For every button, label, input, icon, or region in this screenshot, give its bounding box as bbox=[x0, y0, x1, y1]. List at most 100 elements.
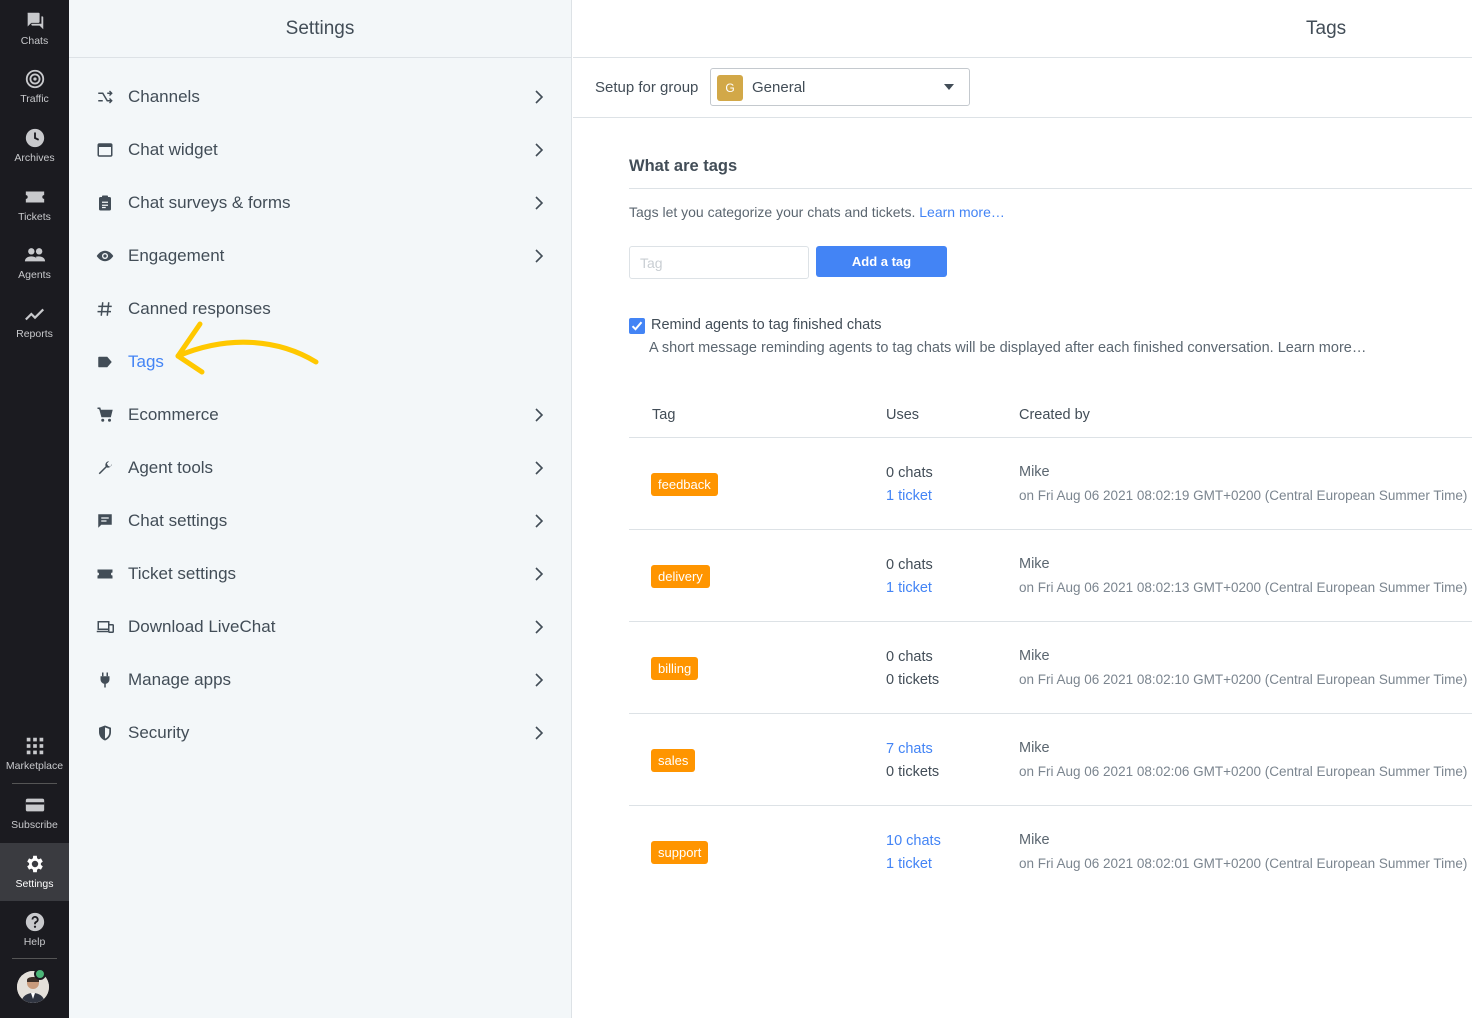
section-title: What are tags bbox=[629, 157, 738, 175]
table-row: billing 0 chats 0 tickets Mike on Fri Au… bbox=[629, 622, 1472, 714]
tag-badge[interactable]: feedback bbox=[651, 473, 718, 496]
tickets-link[interactable]: 1 ticket bbox=[886, 488, 932, 504]
rail-tickets[interactable]: Tickets bbox=[0, 176, 69, 234]
rail-label: Reports bbox=[16, 328, 53, 340]
table-row: feedback 0 chats 1 ticket Mike on Fri Au… bbox=[629, 438, 1472, 530]
tag-badge[interactable]: delivery bbox=[651, 565, 710, 588]
rail-subscribe[interactable]: Subscribe bbox=[0, 784, 69, 842]
tag-badge[interactable]: sales bbox=[651, 749, 696, 772]
channels-icon bbox=[95, 87, 115, 107]
learn-more-link[interactable]: Learn more… bbox=[919, 204, 1005, 220]
rail-agents[interactable]: Agents bbox=[0, 234, 69, 292]
settings-item-label: Chat surveys & forms bbox=[128, 192, 291, 212]
chats-link[interactable]: 10 chats bbox=[886, 833, 941, 849]
ticket-icon bbox=[95, 564, 115, 584]
settings-item-chat-surveys[interactable]: Chat surveys & forms bbox=[69, 176, 572, 229]
rail-label: Tickets bbox=[18, 211, 51, 223]
chevron-right-icon bbox=[535, 513, 544, 528]
tickets-count: 0 tickets bbox=[886, 764, 940, 780]
settings-item-download-livechat[interactable]: Download LiveChat bbox=[69, 600, 572, 653]
creator-name: Mike bbox=[1019, 556, 1050, 572]
group-select[interactable]: G General bbox=[710, 68, 970, 106]
rail-reports[interactable]: Reports bbox=[0, 293, 69, 351]
settings-item-canned-responses[interactable]: Canned responses bbox=[69, 282, 572, 335]
clock-icon bbox=[25, 128, 44, 148]
plug-icon bbox=[95, 670, 115, 690]
rail-label: Archives bbox=[14, 152, 55, 164]
rail-label: Marketplace bbox=[5, 760, 64, 772]
creator-name: Mike bbox=[1019, 648, 1050, 664]
settings-item-label: Ticket settings bbox=[128, 563, 237, 583]
tickets-link[interactable]: 1 ticket bbox=[886, 856, 932, 872]
settings-item-chat-widget[interactable]: Chat widget bbox=[69, 123, 572, 176]
settings-item-ecommerce[interactable]: Ecommerce bbox=[69, 388, 572, 441]
card-icon bbox=[25, 798, 44, 812]
tag-badge[interactable]: billing bbox=[651, 657, 699, 680]
settings-item-chat-settings[interactable]: Chat settings bbox=[69, 494, 572, 547]
chevron-right-icon bbox=[535, 672, 544, 687]
window-icon bbox=[95, 140, 115, 160]
chats-link[interactable]: 7 chats bbox=[886, 741, 933, 757]
settings-item-label: Canned responses bbox=[128, 298, 271, 318]
trend-icon bbox=[24, 308, 44, 321]
tickets-link[interactable]: 1 ticket bbox=[886, 580, 932, 596]
chevron-right-icon bbox=[535, 195, 544, 210]
settings-item-channels[interactable]: Channels bbox=[69, 70, 572, 123]
rail-label: Subscribe bbox=[11, 819, 58, 831]
settings-item-label: Engagement bbox=[128, 245, 225, 265]
rail-settings[interactable]: Settings bbox=[0, 843, 69, 901]
chevron-right-icon bbox=[535, 566, 544, 581]
page-title: Tags bbox=[1306, 18, 1347, 39]
rail-label: Settings bbox=[15, 878, 54, 890]
tags-page: Tags Setup for group G General What are … bbox=[573, 0, 1472, 1018]
group-value: General bbox=[752, 79, 806, 96]
group-badge: G bbox=[717, 75, 743, 101]
chevron-right-icon bbox=[535, 407, 544, 422]
settings-item-tags[interactable]: Tags bbox=[69, 335, 572, 388]
gear-icon bbox=[26, 855, 43, 873]
settings-item-label: Channels bbox=[128, 86, 200, 106]
created-at: on Fri Aug 06 2021 08:02:13 GMT+0200 (Ce… bbox=[1019, 580, 1468, 595]
settings-item-engagement[interactable]: Engagement bbox=[69, 229, 572, 282]
wrench-icon bbox=[95, 458, 115, 478]
hash-icon bbox=[95, 299, 115, 319]
creator-name: Mike bbox=[1019, 740, 1050, 756]
group-label: Setup for group bbox=[595, 79, 699, 96]
settings-item-label: Agent tools bbox=[128, 457, 214, 477]
tag-icon bbox=[95, 352, 115, 372]
rail-help[interactable]: Help bbox=[0, 901, 69, 959]
created-at: on Fri Aug 06 2021 08:02:01 GMT+0200 (Ce… bbox=[1019, 856, 1468, 871]
table-row: support 10 chats 1 ticket Mike on Fri Au… bbox=[629, 806, 1472, 898]
settings-item-label: Download LiveChat bbox=[128, 616, 276, 636]
created-at: on Fri Aug 06 2021 08:02:06 GMT+0200 (Ce… bbox=[1019, 764, 1468, 779]
remind-checkbox[interactable] bbox=[629, 318, 645, 334]
settings-item-ticket-settings[interactable]: Ticket settings bbox=[69, 547, 572, 600]
settings-item-agent-tools[interactable]: Agent tools bbox=[69, 441, 572, 494]
tag-badge[interactable]: support bbox=[651, 841, 709, 864]
people-icon bbox=[24, 248, 45, 262]
add-tag-button[interactable]: Add a tag bbox=[816, 246, 947, 277]
app-rail: Chats Traffic Archives Tickets Agents Re… bbox=[0, 0, 69, 1018]
checkmark-icon bbox=[631, 321, 643, 331]
rail-marketplace[interactable]: Marketplace bbox=[0, 725, 69, 783]
rail-traffic[interactable]: Traffic bbox=[0, 58, 69, 116]
rail-divider bbox=[12, 958, 57, 959]
online-status-indicator bbox=[34, 968, 46, 980]
rail-label: Agents bbox=[18, 269, 51, 281]
tag-input[interactable] bbox=[629, 246, 809, 279]
help-icon bbox=[25, 912, 44, 932]
clipboard-icon bbox=[95, 193, 115, 213]
rail-chats[interactable]: Chats bbox=[0, 0, 69, 58]
settings-item-label: Chat settings bbox=[128, 510, 228, 530]
column-header-tag: Tag bbox=[652, 407, 676, 423]
remind-description: A short message reminding agents to tag … bbox=[649, 340, 1367, 356]
rail-archives[interactable]: Archives bbox=[0, 117, 69, 175]
group-bar: Setup for group G General bbox=[573, 58, 1472, 118]
creator-name: Mike bbox=[1019, 832, 1050, 848]
page-header: Tags bbox=[573, 0, 1472, 58]
chevron-right-icon bbox=[535, 142, 544, 157]
eye-icon bbox=[95, 246, 115, 266]
settings-title: Settings bbox=[69, 0, 571, 58]
settings-item-security[interactable]: Security bbox=[69, 706, 572, 759]
settings-item-manage-apps[interactable]: Manage apps bbox=[69, 653, 572, 706]
